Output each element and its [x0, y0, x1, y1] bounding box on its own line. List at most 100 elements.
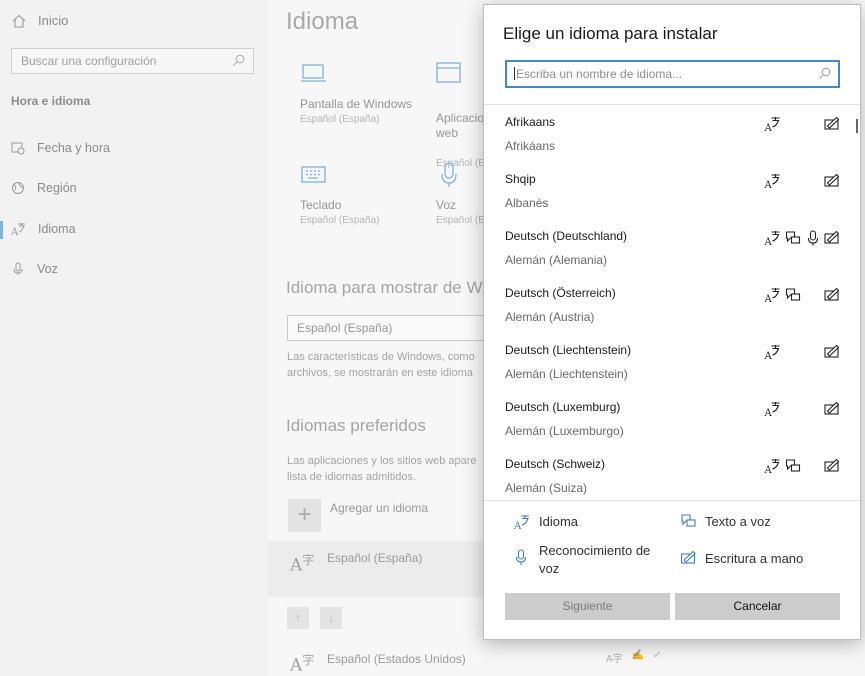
globe-icon — [12, 182, 24, 194]
spellcheck-icon: ✓ — [653, 650, 662, 661]
legend-speech-line: Reconocimiento de — [539, 543, 651, 558]
display-language-dropdown[interactable]: Español (España) — [287, 315, 497, 341]
home-label: Inicio — [38, 13, 69, 28]
preferred-languages-title: Idiomas preferidos — [286, 416, 426, 435]
sidebar-item-region[interactable]: Región — [11, 181, 77, 195]
settings-search-input[interactable]: Buscar una configuración — [11, 48, 254, 74]
language-native-name: Deutsch (Liechtenstein) — [505, 343, 632, 357]
language-option[interactable]: Shqip Albanés A — [484, 162, 860, 219]
legend-speech-label: Reconocimiento de voz — [539, 542, 650, 578]
monitor-icon — [301, 64, 326, 82]
language-native-name: Afrikaans — [505, 115, 556, 129]
sidebar-item-label: Idioma — [38, 222, 76, 236]
legend-display-label: Idioma — [539, 514, 579, 529]
description-line: lista de idiomas admitidos. — [287, 471, 417, 483]
list-scrollbar[interactable] — [856, 119, 858, 133]
preferred-language-label: Español (España) — [327, 551, 423, 565]
sidebar-group-title: Hora e idioma — [11, 94, 91, 108]
display-language-icon: A字 — [606, 654, 623, 665]
handwriting-icon — [824, 458, 840, 472]
tile-sub: Español (España) — [300, 215, 380, 226]
settings-search-placeholder: Buscar una configuración — [21, 54, 157, 68]
language-option[interactable]: Deutsch (Luxemburg) Alemán (Luxemburgo) … — [484, 390, 860, 447]
display-language-icon: A — [764, 402, 780, 417]
legend-tts-label: Texto a voz — [705, 514, 771, 529]
choose-language-dialog: Elige un idioma para instalar Escriba un… — [483, 4, 861, 640]
divider — [484, 500, 860, 501]
svg-text:A: A — [764, 465, 773, 474]
language-list[interactable]: Afrikaans Afrikáans A Shqip Albanés A De… — [484, 105, 860, 499]
add-language-label[interactable]: Agregar un idioma — [330, 501, 428, 515]
calendar-clock-icon — [11, 142, 25, 155]
svg-text:A: A — [514, 521, 522, 530]
tile-display[interactable]: Pantalla de Windows Español (España) — [300, 97, 412, 125]
language-native-name: Deutsch (Luxemburg) — [505, 400, 621, 414]
preferred-language-row[interactable]: A字 Español (España) — [268, 541, 484, 597]
home-link[interactable]: Inicio — [12, 13, 68, 28]
display-language-icon: A — [764, 345, 780, 360]
language-native-name: Deutsch (Deutschland) — [505, 229, 628, 243]
language-option[interactable]: Deutsch (Österreich) Alemán (Austria) A — [484, 276, 860, 333]
microphone-icon — [13, 262, 23, 275]
language-search-input[interactable]: Escriba un nombre de idioma... — [505, 60, 840, 88]
language-feature-icons: A字 ✍ ✓ — [606, 650, 662, 665]
tile-keyboard[interactable]: Teclado Español (España) — [300, 198, 380, 226]
description-line: Las aplicaciones y los sitios web apare — [287, 455, 477, 467]
sidebar-item-idioma[interactable]: A Idioma — [11, 222, 76, 236]
language-icon: A字 — [290, 653, 315, 676]
microphone-icon — [441, 162, 457, 187]
description-line: archivos, se mostrarán en este idioma — [287, 367, 473, 379]
tile-label: Voz — [436, 198, 457, 212]
cancel-button[interactable]: Cancelar — [675, 593, 840, 620]
preferred-language-label[interactable]: Español (Estados Unidos) — [327, 652, 466, 666]
plus-icon: + — [297, 501, 312, 528]
legend-speech-line: voz — [539, 561, 560, 576]
language-translated-name: Alemán (Alemania) — [505, 253, 608, 267]
language-translated-name: Alemán (Luxemburgo) — [505, 424, 624, 438]
language-translated-name: Alemán (Suiza) — [505, 481, 588, 495]
keyboard-icon — [301, 166, 326, 183]
svg-text:A: A — [764, 237, 773, 246]
svg-text:A: A — [764, 408, 773, 417]
language-translated-name: Alemán (Austria) — [505, 310, 595, 324]
sidebar-item-voz[interactable]: Voz — [11, 262, 58, 276]
move-down-button[interactable]: ↓ — [320, 607, 342, 629]
move-up-button[interactable]: ↑ — [287, 607, 309, 629]
tile-speech[interactable]: Voz Español (E — [436, 198, 485, 226]
language-option[interactable]: Afrikaans Afrikáans A — [484, 105, 860, 162]
microphone-icon — [807, 230, 819, 246]
display-language-icon: A — [764, 174, 780, 189]
tile-sub: Español (E — [436, 215, 485, 226]
search-icon — [233, 54, 245, 66]
tile-label: Pantalla de Windows — [300, 97, 413, 111]
language-native-name: Deutsch (Österreich) — [505, 286, 616, 300]
sidebar-item-label: Voz — [37, 262, 58, 276]
display-language-title: Idioma para mostrar de Wi — [286, 278, 487, 297]
sidebar-item-label: Fecha y hora — [37, 141, 110, 155]
language-option[interactable]: Deutsch (Deutschland) Alemán (Alemania) … — [484, 219, 860, 276]
language-native-name: Shqip — [505, 172, 536, 186]
handwriting-icon — [824, 173, 840, 187]
svg-text:A: A — [764, 123, 773, 132]
selected-indicator — [0, 221, 3, 239]
home-icon — [12, 14, 26, 28]
dialog-title: Elige un idioma para instalar — [503, 24, 718, 43]
sidebar-item-fecha-hora[interactable]: Fecha y hora — [11, 141, 110, 155]
preferred-languages-description: Las aplicaciones y los sitios web apare … — [287, 453, 477, 485]
language-native-name: Deutsch (Schweiz) — [505, 457, 606, 471]
handwriting-icon — [824, 287, 840, 301]
text-to-speech-icon — [681, 514, 696, 527]
description-line: Las características de Windows, como — [287, 351, 475, 363]
handwriting-icon — [824, 401, 840, 415]
legend-handwriting-label: Escritura a mano — [705, 551, 804, 566]
text-to-speech-icon — [785, 231, 801, 244]
microphone-icon — [515, 549, 527, 565]
next-button[interactable]: Siguiente — [505, 593, 670, 620]
language-option[interactable]: Deutsch (Liechtenstein) Alemán (Liechten… — [484, 333, 860, 390]
dropdown-value: Español (España) — [297, 321, 393, 335]
add-language-button[interactable]: + — [288, 499, 321, 532]
svg-text:A: A — [764, 180, 773, 189]
language-translated-name: Afrikáans — [505, 139, 556, 153]
language-option[interactable]: Deutsch (Schweiz) Alemán (Suiza) A — [484, 447, 860, 499]
handwriting-icon — [824, 230, 840, 244]
